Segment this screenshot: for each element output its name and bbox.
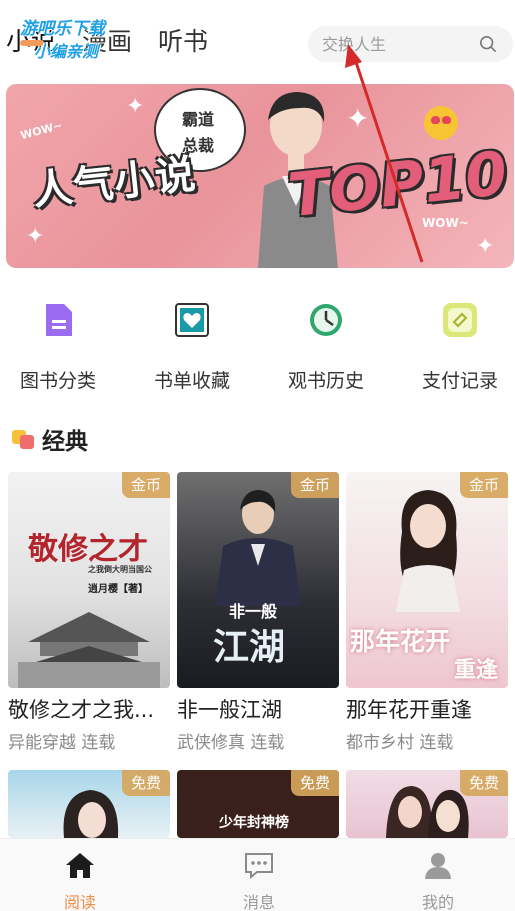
cover-title: 江湖 (213, 627, 286, 668)
character-illustration (63, 790, 119, 838)
search-input[interactable] (322, 32, 472, 56)
book-cover[interactable]: 那年花开 重逢 金币 (346, 472, 508, 688)
quick-action-label: 支付记录 (421, 370, 498, 392)
bottom-tab-bar: 阅读 消息 我的 (0, 838, 515, 911)
tab-comic[interactable]: 漫画 (82, 22, 132, 58)
book-cover[interactable]: 免费 (8, 770, 170, 838)
book-cover[interactable]: 免费 (346, 770, 508, 838)
book-title: 那年花开重逢 (346, 698, 472, 722)
book-card[interactable]: 免费 (346, 770, 508, 838)
quick-actions: 图书分类 书单收藏 观书历史 支付记录 (0, 296, 515, 396)
coin-badge: 金币 (460, 472, 508, 498)
bubble-line-1: 霸道 (182, 110, 215, 129)
quick-action-category[interactable]: 图书分类 (3, 300, 113, 393)
quick-action-booklist[interactable]: 书单收藏 (137, 300, 247, 393)
book-genre: 异能穿越 (8, 733, 76, 753)
character-illustration (396, 490, 460, 612)
book-card[interactable]: 那年花开 重逢 金币 那年花开重逢 都市乡村 连载 (346, 472, 508, 753)
banner-wow-right: WOW~ (422, 216, 469, 230)
quick-action-label: 观书历史 (287, 370, 364, 392)
book-title: 敬修之才之我... (8, 698, 155, 722)
book-cover[interactable]: 少年封神榜 免费 (177, 770, 339, 838)
book-genre: 武侠修真 (177, 733, 245, 753)
tab-label: 阅读 (63, 893, 96, 911)
promo-banner[interactable]: ✦ ✦ ✦ ✦ WOW~ 霸道 总裁 人气小说 TOP10 WOW~ (6, 84, 514, 268)
sparkle-icon: ✦ (126, 94, 145, 119)
cover-title: 敬修之才 (28, 532, 148, 567)
tab-messages[interactable]: 消息 (219, 851, 299, 911)
tab-label: 我的 (421, 893, 454, 911)
document-icon (46, 304, 72, 336)
book-cover[interactable]: 非一般 江湖 金币 (177, 472, 339, 688)
ticket-icon (443, 303, 477, 337)
message-icon (245, 853, 273, 880)
coin-badge: 金币 (291, 472, 339, 498)
free-badge: 免费 (291, 770, 339, 796)
quick-action-payments[interactable]: 支付记录 (405, 300, 515, 393)
character-illustration (215, 490, 301, 606)
sparkle-icon: ✦ (346, 102, 370, 135)
free-badge: 免费 (460, 770, 508, 796)
book-cover[interactable]: 敬修之才 之我倒大明当国公 逍月樱【著】 金币 (8, 472, 170, 688)
heart-frame-icon (175, 303, 209, 337)
banner-title: 人气小说 (30, 151, 199, 215)
tab-label: 消息 (242, 893, 275, 911)
banner-wow-left: WOW~ (19, 118, 64, 143)
heart-eyes-emoji-icon (424, 106, 458, 140)
search-icon[interactable] (479, 35, 497, 53)
cover-subtitle: 重逢 (454, 658, 499, 683)
book-status: 连载 (81, 733, 116, 753)
quick-action-history[interactable]: 观书历史 (271, 300, 381, 393)
book-title: 非一般江湖 (177, 698, 282, 722)
book-card[interactable]: 非一般 江湖 金币 非一般江湖 武侠修真 连载 (177, 472, 339, 753)
book-card[interactable]: 少年封神榜 免费 (177, 770, 339, 838)
book-meta: 异能穿越 连载 (8, 728, 170, 753)
section-title-text: 经典 (42, 429, 88, 455)
book-card[interactable]: 敬修之才 之我倒大明当国公 逍月樱【著】 金币 敬修之才之我... 异能穿越 连… (8, 472, 170, 753)
cover-title: 那年花开 (350, 627, 451, 656)
sparkle-icon: ✦ (26, 224, 45, 249)
book-card[interactable]: 免费 (8, 770, 170, 838)
sparkle-icon: ✦ (476, 234, 495, 259)
tab-profile[interactable]: 我的 (398, 851, 478, 911)
free-badge: 免费 (122, 770, 170, 796)
tab-read[interactable]: 阅读 (40, 851, 120, 911)
book-meta: 都市乡村 连载 (346, 728, 508, 753)
cover-subtitle: 之我倒大明当国公 (88, 565, 152, 574)
book-genre: 都市乡村 (346, 733, 414, 753)
book-meta: 武侠修真 连载 (177, 728, 339, 753)
palace-illustration (18, 612, 160, 688)
quick-action-label: 书单收藏 (153, 370, 230, 392)
coin-badge: 金币 (122, 472, 170, 498)
cover-title: 少年封神榜 (219, 815, 289, 831)
search-box[interactable] (308, 26, 513, 62)
section-title: 经典 (12, 422, 88, 456)
section-mark-icon (12, 428, 36, 450)
book-status: 连载 (419, 733, 454, 753)
user-icon (425, 853, 451, 879)
clock-icon (310, 304, 342, 336)
book-status: 连载 (250, 733, 285, 753)
active-tab-indicator (20, 40, 44, 46)
home-icon (66, 853, 94, 878)
cover-author: 逍月樱【著】 (88, 584, 148, 595)
tab-audiobook[interactable]: 听书 (158, 22, 208, 58)
top-bar: 小说 漫画 听书 游吧乐下载 小编亲测 (0, 0, 515, 78)
quick-action-label: 图书分类 (19, 370, 96, 392)
